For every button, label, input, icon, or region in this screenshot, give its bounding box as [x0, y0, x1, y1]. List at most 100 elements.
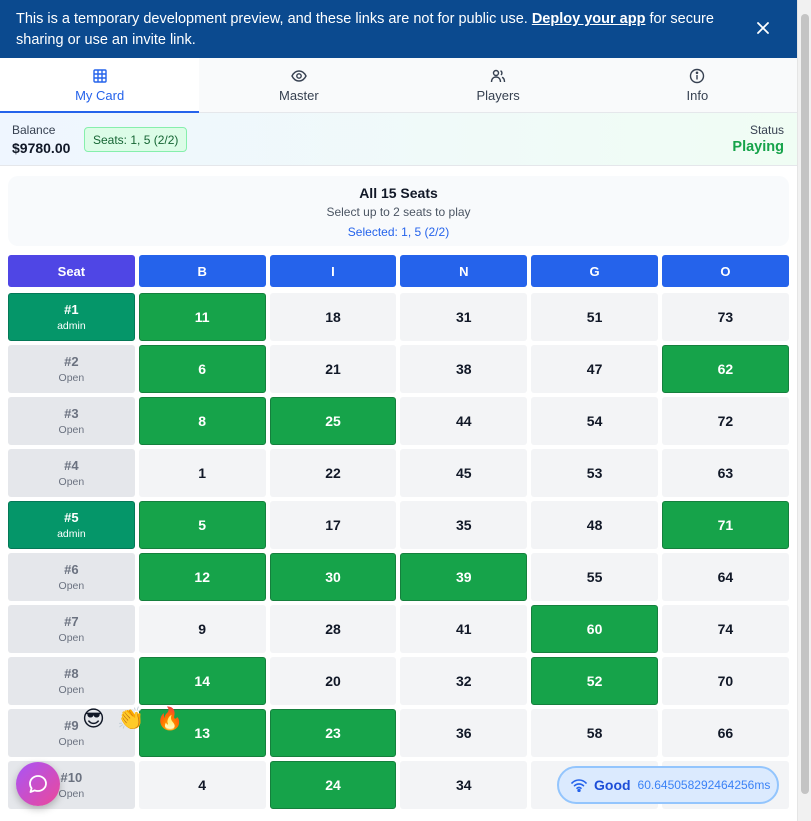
number-cell[interactable]: 45: [400, 449, 528, 497]
connection-status[interactable]: Good 60.645058292464256ms: [557, 766, 779, 804]
number-cell[interactable]: 20: [269, 657, 397, 705]
number-cell[interactable]: 44: [400, 397, 528, 445]
scrollbar-thumb[interactable]: [801, 14, 809, 794]
reaction-bar: 😎 👏 🔥: [82, 704, 184, 734]
number-cell[interactable]: 36: [400, 709, 528, 757]
seat-owner: Open: [58, 632, 85, 644]
tab-my-card[interactable]: My Card: [0, 58, 200, 113]
number-cell[interactable]: 47: [531, 345, 658, 393]
number-cell[interactable]: 21: [269, 345, 397, 393]
number-cell[interactable]: 9: [138, 605, 266, 653]
number-cell[interactable]: 34: [400, 761, 528, 809]
number-cell[interactable]: 35: [400, 501, 528, 549]
number-cell-marked[interactable]: 24: [269, 761, 397, 809]
number-cell[interactable]: 55: [531, 553, 658, 601]
seat-number: #4: [64, 458, 79, 473]
number-cell[interactable]: 70: [661, 657, 789, 705]
number-cell-marked[interactable]: 14: [138, 657, 266, 705]
tab-players[interactable]: Players: [399, 58, 598, 112]
number-cell[interactable]: 58: [531, 709, 658, 757]
seat-number: #2: [64, 354, 79, 369]
seat-cell[interactable]: #1 admin: [8, 293, 135, 341]
balance-value: $9780.00: [12, 140, 71, 156]
header-i: I: [269, 255, 397, 287]
header-b: B: [138, 255, 266, 287]
tab-label: Info: [686, 87, 709, 103]
reaction-emoji-fire[interactable]: 🔥: [156, 704, 183, 734]
info-icon: [690, 68, 705, 83]
number-cell[interactable]: 54: [531, 397, 658, 445]
seat-owner: Open: [58, 372, 85, 384]
number-cell-marked[interactable]: 6: [138, 345, 266, 393]
number-cell[interactable]: 31: [400, 293, 528, 341]
seat-cell[interactable]: #2 Open: [8, 345, 135, 393]
close-banner-button[interactable]: [753, 18, 773, 38]
number-cell[interactable]: 17: [269, 501, 397, 549]
number-cell[interactable]: 28: [269, 605, 397, 653]
seat-row: #1 admin 11 18 31 51 73: [8, 293, 789, 341]
seat-panel-subtitle: Select up to 2 seats to play: [326, 205, 471, 219]
seat-owner: Open: [58, 476, 85, 488]
number-cell-marked[interactable]: 25: [269, 397, 397, 445]
number-cell[interactable]: 66: [661, 709, 789, 757]
number-cell[interactable]: 73: [661, 293, 789, 341]
number-cell-marked[interactable]: 71: [661, 501, 789, 549]
balance-label: Balance: [12, 123, 56, 137]
number-cell[interactable]: 63: [661, 449, 789, 497]
number-cell[interactable]: 74: [661, 605, 789, 653]
seat-cell[interactable]: #6 Open: [8, 553, 135, 601]
status-label: Status: [749, 123, 784, 137]
seat-cell[interactable]: #4 Open: [8, 449, 135, 497]
number-cell[interactable]: 4: [138, 761, 266, 809]
number-cell[interactable]: 41: [400, 605, 528, 653]
reaction-emoji-clap[interactable]: 👏: [117, 704, 144, 734]
number-cell-marked[interactable]: 23: [269, 709, 397, 757]
number-cell[interactable]: 18: [269, 293, 397, 341]
tab-label: Players: [476, 87, 520, 103]
seat-cell[interactable]: #8 Open: [8, 657, 135, 705]
wifi-icon: [571, 779, 587, 792]
seat-row: #5 admin 5 17 35 48 71: [8, 501, 789, 549]
number-cell[interactable]: 48: [531, 501, 658, 549]
connection-latency: 60.645058292464256ms: [637, 778, 771, 792]
number-cell-marked[interactable]: 12: [138, 553, 266, 601]
number-cell-marked[interactable]: 62: [661, 345, 789, 393]
seat-cell[interactable]: #7 Open: [8, 605, 135, 653]
seat-owner: Open: [58, 736, 85, 748]
number-cell-marked[interactable]: 60: [531, 605, 658, 653]
header-n: N: [400, 255, 528, 287]
number-cell[interactable]: 32: [400, 657, 528, 705]
number-cell-marked[interactable]: 30: [269, 553, 397, 601]
number-cell[interactable]: 22: [269, 449, 397, 497]
seat-row: #3 Open 8 25 44 54 72: [8, 397, 789, 445]
tab-master[interactable]: Master: [199, 58, 398, 112]
tab-info[interactable]: Info: [598, 58, 797, 112]
seat-cell[interactable]: #5 admin: [8, 501, 135, 549]
number-cell-marked[interactable]: 39: [400, 553, 528, 601]
number-cell-marked[interactable]: 8: [138, 397, 266, 445]
number-cell[interactable]: 72: [661, 397, 789, 445]
seat-number: #3: [64, 406, 79, 421]
number-cell[interactable]: 53: [531, 449, 658, 497]
grid-icon: [92, 68, 107, 83]
seat-row: #7 Open 9 28 41 60 74: [8, 605, 789, 653]
seat-owner: admin: [57, 320, 86, 332]
number-cell-marked[interactable]: 11: [138, 293, 266, 341]
selected-seats-text: Selected: 1, 5 (2/2): [347, 225, 450, 239]
seat-owner: admin: [57, 528, 86, 540]
seat-row: #8 Open 14 20 32 52 70: [8, 657, 789, 705]
seat-cell[interactable]: #3 Open: [8, 397, 135, 445]
number-cell[interactable]: 51: [531, 293, 658, 341]
number-cell[interactable]: 64: [661, 553, 789, 601]
reaction-emoji-cool[interactable]: 😎: [82, 704, 105, 734]
deploy-app-link[interactable]: Deploy your app: [532, 11, 646, 27]
number-cell[interactable]: 38: [400, 345, 528, 393]
number-cell-marked[interactable]: 52: [531, 657, 658, 705]
seat-owner: Open: [58, 684, 85, 696]
page-scrollbar[interactable]: [797, 0, 811, 821]
number-cell[interactable]: 1: [138, 449, 266, 497]
seat-owner: Open: [58, 788, 85, 800]
eye-icon: [291, 69, 307, 82]
chat-button[interactable]: [16, 762, 60, 806]
number-cell-marked[interactable]: 5: [138, 501, 266, 549]
